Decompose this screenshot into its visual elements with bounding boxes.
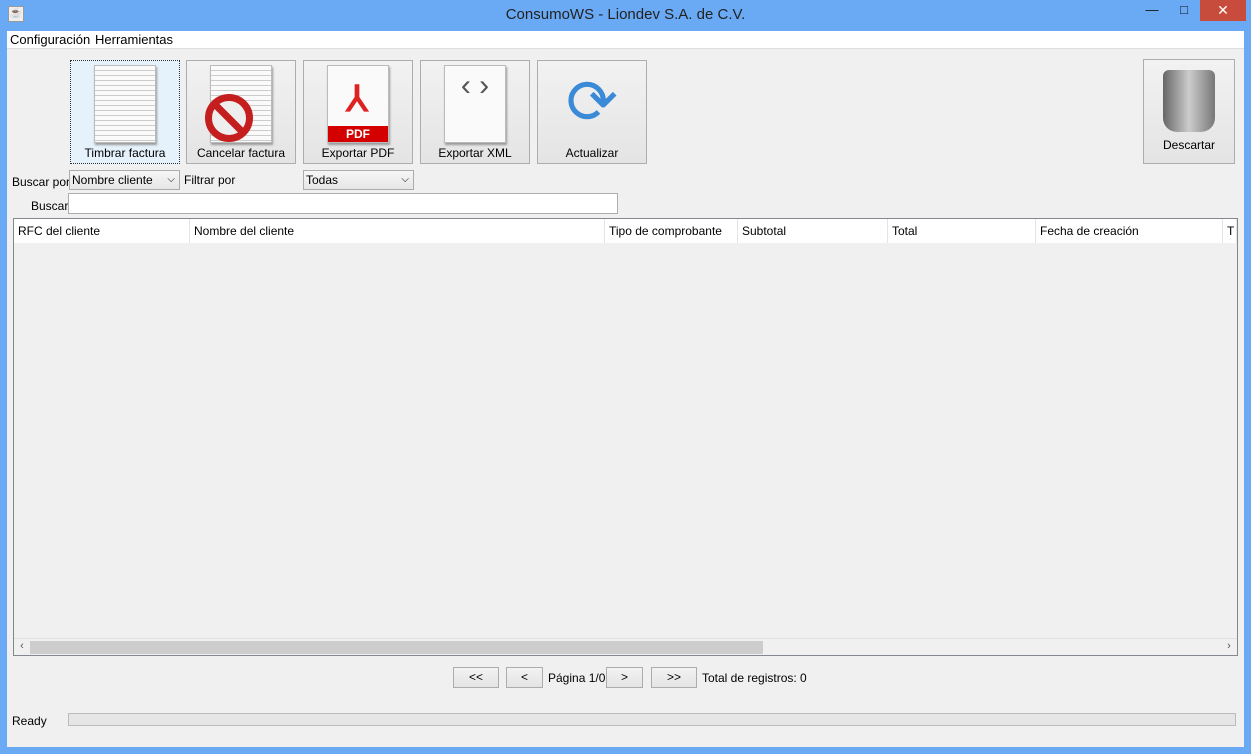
buscar-por-select[interactable]: Nombre cliente ⌵: [69, 170, 180, 190]
last-page-button[interactable]: >>: [651, 667, 697, 688]
page-indicator: Página 1/0: [548, 671, 605, 685]
cancelar-label: Cancelar factura: [187, 146, 295, 160]
invoices-table: RFC del cliente Nombre del cliente Tipo …: [13, 218, 1238, 656]
actualizar-label: Actualizar: [538, 146, 646, 160]
main-panel: Configuración Herramientas Timbrar factu…: [7, 31, 1244, 747]
descartar-button[interactable]: Descartar: [1143, 59, 1235, 164]
buscar-label: Buscar: [31, 199, 68, 213]
total-records: Total de registros: 0: [702, 671, 807, 685]
column-header-total[interactable]: Total: [888, 219, 1036, 243]
pdf-badge: PDF: [328, 126, 388, 142]
minimize-button[interactable]: —: [1138, 0, 1166, 21]
buscar-por-value: Nombre cliente: [72, 173, 153, 187]
column-header-subtotal[interactable]: Subtotal: [738, 219, 888, 243]
pdf-file-icon: ⅄ PDF: [327, 65, 389, 143]
buscar-por-label: Buscar por: [12, 175, 70, 189]
menu-herramientas[interactable]: Herramientas: [95, 32, 173, 47]
refresh-icon: ⟳: [561, 65, 623, 143]
column-header-fecha[interactable]: Fecha de creación: [1036, 219, 1223, 243]
cancelar-factura-button[interactable]: Cancelar factura: [186, 60, 296, 164]
filtrar-por-value: Todas: [306, 173, 338, 187]
pdf-label: Exportar PDF: [304, 146, 412, 160]
menu-bar: Configuración Herramientas: [7, 31, 1244, 49]
actualizar-button[interactable]: ⟳ Actualizar: [537, 60, 647, 164]
filtrar-por-select[interactable]: Todas ⌵: [303, 170, 414, 190]
java-app-icon[interactable]: ☕: [8, 6, 24, 22]
prev-page-button[interactable]: <: [506, 667, 543, 688]
trash-bin-icon: [1163, 70, 1215, 132]
invoice-document-icon: [94, 65, 156, 143]
chevron-down-icon: ⌵: [401, 171, 409, 189]
filtrar-por-label: Filtrar por: [184, 173, 235, 187]
timbrar-label: Timbrar factura: [71, 146, 179, 160]
column-header-tipo[interactable]: Tipo de comprobante: [605, 219, 738, 243]
horizontal-scrollbar[interactable]: ‹ ›: [14, 638, 1237, 655]
buscar-input[interactable]: [68, 193, 618, 214]
close-button[interactable]: ✕: [1200, 0, 1246, 21]
progress-bar: [68, 713, 1236, 726]
table-header: RFC del cliente Nombre del cliente Tipo …: [14, 219, 1237, 243]
xml-label: Exportar XML: [421, 146, 529, 160]
scrollbar-thumb[interactable]: [30, 641, 763, 654]
timbrar-factura-button[interactable]: Timbrar factura: [70, 60, 180, 164]
title-bar: ConsumoWS - Liondev S.A. de C.V.: [0, 0, 1251, 31]
first-page-button[interactable]: <<: [453, 667, 499, 688]
menu-configuracion[interactable]: Configuración: [10, 32, 90, 47]
chevron-down-icon: ⌵: [167, 171, 175, 189]
exportar-pdf-button[interactable]: ⅄ PDF Exportar PDF: [303, 60, 413, 164]
column-header-rfc[interactable]: RFC del cliente: [14, 219, 190, 243]
descartar-label: Descartar: [1144, 138, 1234, 152]
scroll-right-icon[interactable]: ›: [1221, 640, 1237, 652]
xml-code-icon: ‹ ›: [444, 65, 506, 143]
status-text: Ready: [12, 714, 47, 728]
maximize-button[interactable]: □: [1170, 0, 1198, 21]
next-page-button[interactable]: >: [606, 667, 643, 688]
cancel-document-icon: [210, 65, 272, 143]
column-header-nombre[interactable]: Nombre del cliente: [190, 219, 605, 243]
scroll-left-icon[interactable]: ‹: [14, 640, 30, 652]
window-title: ConsumoWS - Liondev S.A. de C.V.: [506, 6, 746, 23]
column-header-truncated[interactable]: T: [1223, 219, 1237, 243]
exportar-xml-button[interactable]: ‹ › Exportar XML: [420, 60, 530, 164]
